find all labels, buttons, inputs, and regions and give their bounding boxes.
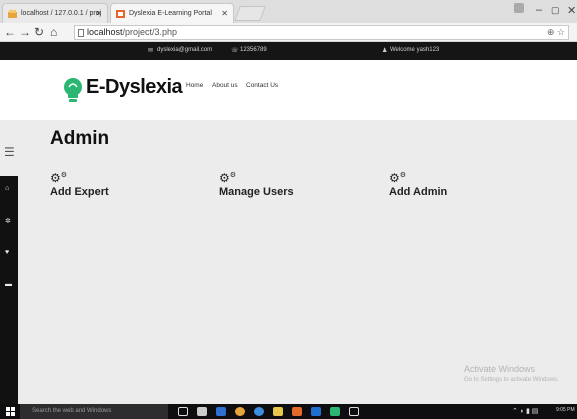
menu-toggle-icon[interactable]: ☰ bbox=[4, 145, 15, 159]
browser-tab-strip: localhost / 127.0.0.1 / proj ✕ Dyslexia … bbox=[0, 0, 577, 23]
cogs-icon: ⚙⚙ bbox=[219, 171, 237, 185]
phpmyadmin-favicon-icon bbox=[8, 10, 17, 18]
url-host: localhost bbox=[87, 27, 123, 37]
task-view-icon[interactable] bbox=[178, 407, 188, 416]
file-icon[interactable] bbox=[197, 407, 207, 416]
sidebar-settings-icon[interactable]: ✲ bbox=[5, 217, 11, 225]
page-icon bbox=[78, 29, 84, 37]
add-expert-label: Add Expert bbox=[50, 186, 109, 198]
nav-home[interactable]: Home bbox=[186, 82, 203, 89]
contact-bar: ✉ dyslexia@gmail.com ☏ 12356789 ♟ Welcom… bbox=[0, 42, 577, 60]
close-window-icon[interactable]: ✕ bbox=[567, 4, 576, 17]
tab-label: Dyslexia E-Learning Portal bbox=[129, 10, 212, 17]
contact-phone: 12356789 bbox=[240, 47, 267, 53]
windows-taskbar: Search the web and Windows ⌃ ◗ ▮ ▤ 9:05 … bbox=[0, 404, 577, 419]
forward-icon[interactable]: → bbox=[19, 25, 31, 39]
app-icon[interactable] bbox=[254, 407, 264, 416]
activate-windows-subtitle: Go to Settings to activate Windows. bbox=[464, 377, 559, 383]
profile-icon[interactable] bbox=[514, 3, 524, 13]
edge-icon[interactable] bbox=[311, 407, 321, 416]
add-expert-card[interactable]: ⚙⚙ Add Expert bbox=[50, 170, 109, 198]
zoom-star-icon[interactable]: ⊕ ☆ bbox=[547, 27, 565, 38]
chrome-icon[interactable] bbox=[235, 407, 245, 416]
lightbulb-logo-icon bbox=[64, 78, 82, 102]
welcome-text[interactable]: Welcome yash123 bbox=[390, 47, 439, 53]
close-tab-icon[interactable]: ✕ bbox=[221, 9, 228, 18]
cogs-icon: ⚙⚙ bbox=[389, 171, 407, 185]
new-tab-button[interactable] bbox=[234, 6, 266, 21]
phone-icon: ☏ bbox=[231, 48, 239, 54]
browser-tab-phpmyadmin[interactable]: localhost / 127.0.0.1 / proj ✕ bbox=[2, 3, 108, 23]
site-logo-text[interactable]: E-Dyslexia bbox=[86, 76, 183, 99]
system-tray-icons[interactable]: ⌃ ◗ ▮ ▤ bbox=[512, 407, 538, 415]
contact-email: dyslexia@gmail.com bbox=[157, 47, 213, 53]
email-icon: ✉ bbox=[148, 48, 154, 54]
url-field[interactable]: localhost/project/3.php ⊕ ☆ bbox=[74, 25, 569, 40]
page-title: Admin bbox=[50, 128, 110, 149]
taskbar-search-input[interactable]: Search the web and Windows bbox=[20, 404, 168, 419]
maximize-icon[interactable]: ▢ bbox=[551, 5, 560, 16]
user-icon: ♟ bbox=[382, 48, 388, 54]
home-icon[interactable]: ⌂ bbox=[50, 25, 57, 39]
site-favicon-icon bbox=[116, 10, 125, 18]
cogs-icon: ⚙⚙ bbox=[50, 171, 68, 185]
folder-icon[interactable] bbox=[273, 407, 283, 416]
minimize-icon[interactable]: – bbox=[536, 4, 542, 16]
manage-users-card[interactable]: ⚙⚙ Manage Users bbox=[219, 170, 294, 198]
manage-users-label: Manage Users bbox=[219, 186, 294, 198]
add-admin-label: Add Admin bbox=[389, 186, 448, 198]
tab-label: localhost / 127.0.0.1 / proj bbox=[21, 10, 102, 17]
add-admin-card[interactable]: ⚙⚙ Add Admin bbox=[389, 170, 447, 198]
site-header: E-Dyslexia Home About us Contact Us bbox=[0, 60, 577, 120]
browser-tab-dyslexia[interactable]: Dyslexia E-Learning Portal ✕ bbox=[110, 3, 234, 23]
windows-start-icon[interactable] bbox=[6, 407, 15, 416]
back-icon[interactable]: ← bbox=[4, 25, 16, 39]
clock[interactable]: 9:05 PM bbox=[556, 407, 575, 413]
nav-contact-us[interactable]: Contact Us bbox=[246, 82, 278, 89]
sidebar-home-icon[interactable]: ⌂ bbox=[5, 185, 9, 192]
sidebar-list-icon[interactable]: ▬ bbox=[5, 281, 12, 288]
xampp-icon[interactable] bbox=[292, 407, 302, 416]
nav-about-us[interactable]: About us bbox=[212, 82, 238, 89]
sidebar-heart-icon[interactable]: ♥ bbox=[5, 249, 9, 256]
reload-icon[interactable]: ↻ bbox=[34, 25, 44, 39]
address-bar-row: ← → ↻ ⌂ localhost/project/3.php ⊕ ☆ bbox=[0, 23, 577, 42]
photos-icon[interactable] bbox=[349, 407, 359, 416]
notepad-icon[interactable] bbox=[330, 407, 340, 416]
sidebar: ⌂ ✲ ♥ ▬ bbox=[0, 176, 18, 404]
close-tab-icon[interactable]: ✕ bbox=[95, 9, 102, 18]
store-icon[interactable] bbox=[216, 407, 226, 416]
url-path: /project/3.php bbox=[122, 27, 178, 37]
activate-windows-title: Activate Windows bbox=[464, 364, 536, 374]
